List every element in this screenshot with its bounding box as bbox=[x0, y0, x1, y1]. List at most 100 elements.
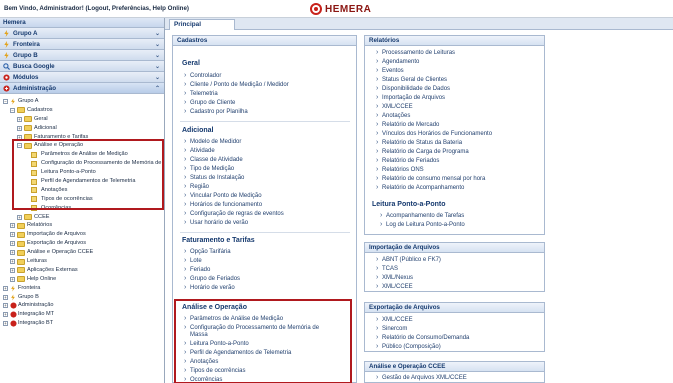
expand-icon[interactable]: + bbox=[3, 321, 8, 327]
link-agendamento[interactable]: Agendamento bbox=[376, 58, 419, 65]
link-relatorio-mercado[interactable]: Relatório de Mercado bbox=[376, 121, 439, 128]
link-modelo-medidor[interactable]: Modelo de Medidor bbox=[184, 138, 241, 145]
link-feriado[interactable]: Feriado bbox=[184, 266, 210, 273]
tree-node-help[interactable]: + Help Online bbox=[0, 275, 164, 284]
expand-icon[interactable]: + bbox=[17, 116, 22, 122]
link-tipo-medicao[interactable]: Tipo de Medição bbox=[184, 165, 234, 172]
tree-node-integracao-mt[interactable]: + Integração MT bbox=[0, 310, 164, 319]
link-vinculos-horarios[interactable]: Vínculos dos Horários de Funcionamento bbox=[376, 130, 492, 137]
tree-node-fronteira[interactable]: + Fronteira bbox=[0, 284, 164, 293]
link-xml-ccee[interactable]: XML/CCEE bbox=[376, 103, 413, 110]
expand-icon[interactable]: + bbox=[10, 267, 15, 273]
link-classe-atividade[interactable]: Classe de Atividade bbox=[184, 156, 243, 163]
link-horario-verao[interactable]: Horário de verão bbox=[184, 284, 235, 291]
tree-node-grupo-a[interactable]: − Grupo A bbox=[0, 97, 164, 106]
tree-node-aplicacoes[interactable]: + Aplicações Externas bbox=[0, 266, 164, 275]
link-processamento-leituras[interactable]: Processamento de Leituras bbox=[376, 49, 455, 56]
expand-icon[interactable]: + bbox=[10, 276, 15, 282]
panel-label: Módulos bbox=[13, 74, 39, 81]
expand-icon[interactable]: + bbox=[10, 250, 15, 256]
panel-fronteira[interactable]: Fronteira ⌄ bbox=[0, 39, 164, 50]
expand-icon[interactable]: + bbox=[10, 259, 15, 265]
link-anotacoes-rel[interactable]: Anotações bbox=[376, 112, 410, 119]
expand-icon[interactable]: + bbox=[10, 232, 15, 238]
welcome-text[interactable]: Bem Vindo, Administrador! (Logout, Prefe… bbox=[4, 5, 189, 12]
expand-icon[interactable]: + bbox=[10, 241, 15, 247]
link-tcas[interactable]: TCAS bbox=[376, 265, 398, 272]
link-carga-programa[interactable]: Relatório de Carga de Programa bbox=[376, 148, 469, 155]
link-regras-eventos[interactable]: Configuração de regras de eventos bbox=[184, 210, 284, 217]
expand-icon[interactable]: + bbox=[10, 223, 15, 229]
tree-label: Geral bbox=[34, 115, 48, 122]
expand-icon[interactable]: + bbox=[3, 294, 8, 300]
expand-icon[interactable]: + bbox=[17, 214, 22, 220]
link-telemetria[interactable]: Telemetria bbox=[184, 90, 218, 97]
link-grupo-feriados[interactable]: Grupo de Feriados bbox=[184, 275, 240, 282]
hemera-logo-text: HEMERA bbox=[325, 3, 372, 15]
collapse-icon[interactable]: − bbox=[3, 99, 8, 104]
tree-node-administracao[interactable]: + Administração bbox=[0, 301, 164, 310]
tree-label: Aplicações Externas bbox=[27, 266, 78, 273]
tree-node-cadastros[interactable]: − Cadastros bbox=[0, 106, 164, 115]
link-abnt[interactable]: ABNT (Público e FK7) bbox=[376, 256, 441, 263]
importacao-panel: Importação de Arquivos ABNT (Público e F… bbox=[364, 242, 545, 292]
link-consumo-demanda[interactable]: Relatório de Consumo/Demanda bbox=[376, 334, 469, 341]
link-regiao[interactable]: Região bbox=[184, 183, 209, 190]
link-relatorios-ons[interactable]: Relatórios ONS bbox=[376, 166, 424, 173]
link-disponibilidade[interactable]: Disponibilidade de Dados bbox=[376, 85, 450, 92]
tree-node-analise-ccee[interactable]: + Análise e Operação CCEE bbox=[0, 248, 164, 257]
link-horarios-funcionamento[interactable]: Horários de funcionamento bbox=[184, 201, 262, 208]
link-lote[interactable]: Lote bbox=[184, 257, 202, 264]
panel-grupo-b[interactable]: Grupo B ⌄ bbox=[0, 50, 164, 61]
link-xml-ccee-imp[interactable]: XML/CCEE bbox=[376, 283, 413, 290]
link-consumo-mensal[interactable]: Relatório de consumo mensal por hora bbox=[376, 175, 485, 182]
chevron-up-icon[interactable]: ⌃ bbox=[155, 84, 160, 95]
tree-node-geral[interactable]: + Geral bbox=[0, 115, 164, 124]
link-usar-horario-verao[interactable]: Usar horário de verão bbox=[184, 219, 248, 226]
link-vincular-ponto[interactable]: Vincular Ponto de Medição bbox=[184, 192, 262, 199]
panel-busca-google[interactable]: Busca Google ⌄ bbox=[0, 61, 164, 72]
link-eventos[interactable]: Eventos bbox=[376, 67, 404, 74]
link-cadastro-planilha[interactable]: Cadastro por Planilha bbox=[184, 108, 248, 115]
link-log-leitura[interactable]: Log de Leitura Ponto-a-Ponto bbox=[380, 221, 465, 228]
link-cliente[interactable]: Cliente / Ponto de Medição / Medidor bbox=[184, 81, 289, 88]
tree-node-exportacao[interactable]: + Exportação de Arquivos bbox=[0, 239, 164, 248]
link-gestao-xml[interactable]: Gestão de Arquivos XML/CCEE bbox=[376, 374, 467, 381]
tab-principal[interactable]: Principal bbox=[169, 19, 235, 30]
collapse-icon[interactable]: − bbox=[10, 107, 15, 113]
link-xml-ccee-exp[interactable]: XML/CCEE bbox=[376, 316, 413, 323]
tree-node-importacao[interactable]: + Importação de Arquivos bbox=[0, 230, 164, 239]
top-header: Bem Vindo, Administrador! (Logout, Prefe… bbox=[0, 0, 673, 18]
tree-label: CCEE bbox=[34, 213, 50, 220]
panel-label: Administração bbox=[13, 85, 56, 92]
link-acompanhamento-tarefas[interactable]: Acompanhamento de Tarefas bbox=[380, 212, 464, 219]
tree-node-ccee[interactable]: + CCEE bbox=[0, 213, 164, 222]
panel-grupo-a[interactable]: Grupo A ⌄ bbox=[0, 28, 164, 39]
link-acompanhamento[interactable]: Relatório de Acompanhamento bbox=[376, 184, 464, 191]
expand-icon[interactable]: + bbox=[3, 312, 8, 318]
link-relatorio-feriados[interactable]: Relatório de Feriados bbox=[376, 157, 439, 164]
tree-node-integracao-bt[interactable]: + Integração BT bbox=[0, 319, 164, 328]
link-importacao-arquivos[interactable]: Importação de Arquivos bbox=[376, 94, 445, 101]
adicional-title: Adicional bbox=[182, 127, 214, 134]
link-publico-composicao[interactable]: Público (Composição) bbox=[376, 343, 441, 350]
panel-modulos[interactable]: Módulos ⌄ bbox=[0, 72, 164, 83]
tree-node-relatorios[interactable]: + Relatórios bbox=[0, 221, 164, 230]
tree-node-grupo-b[interactable]: + Grupo B bbox=[0, 293, 164, 302]
link-atividade[interactable]: Atividade bbox=[184, 147, 215, 154]
link-opcao-tarifaria[interactable]: Opção Tarifária bbox=[184, 248, 231, 255]
link-controlador[interactable]: Controlador bbox=[184, 72, 221, 79]
link-grupo-cliente[interactable]: Grupo de Cliente bbox=[184, 99, 235, 106]
link-status-geral[interactable]: Status Geral de Clientes bbox=[376, 76, 447, 83]
tree-node-leituras[interactable]: + Leituras bbox=[0, 257, 164, 266]
panel-administracao[interactable]: Administração ⌃ bbox=[0, 83, 164, 94]
folder-icon bbox=[17, 267, 25, 274]
tree-node-adicional[interactable]: + Adicional bbox=[0, 124, 164, 133]
link-status-instalacao[interactable]: Status de Instalação bbox=[184, 174, 244, 181]
link-sinercom[interactable]: Sinercom bbox=[376, 325, 407, 332]
expand-icon[interactable]: + bbox=[17, 125, 22, 131]
expand-icon[interactable]: + bbox=[3, 303, 8, 309]
link-xml-nexus[interactable]: XML/Nexus bbox=[376, 274, 413, 281]
expand-icon[interactable]: + bbox=[3, 285, 8, 291]
link-status-bateria[interactable]: Relatório de Status da Bateria bbox=[376, 139, 462, 146]
